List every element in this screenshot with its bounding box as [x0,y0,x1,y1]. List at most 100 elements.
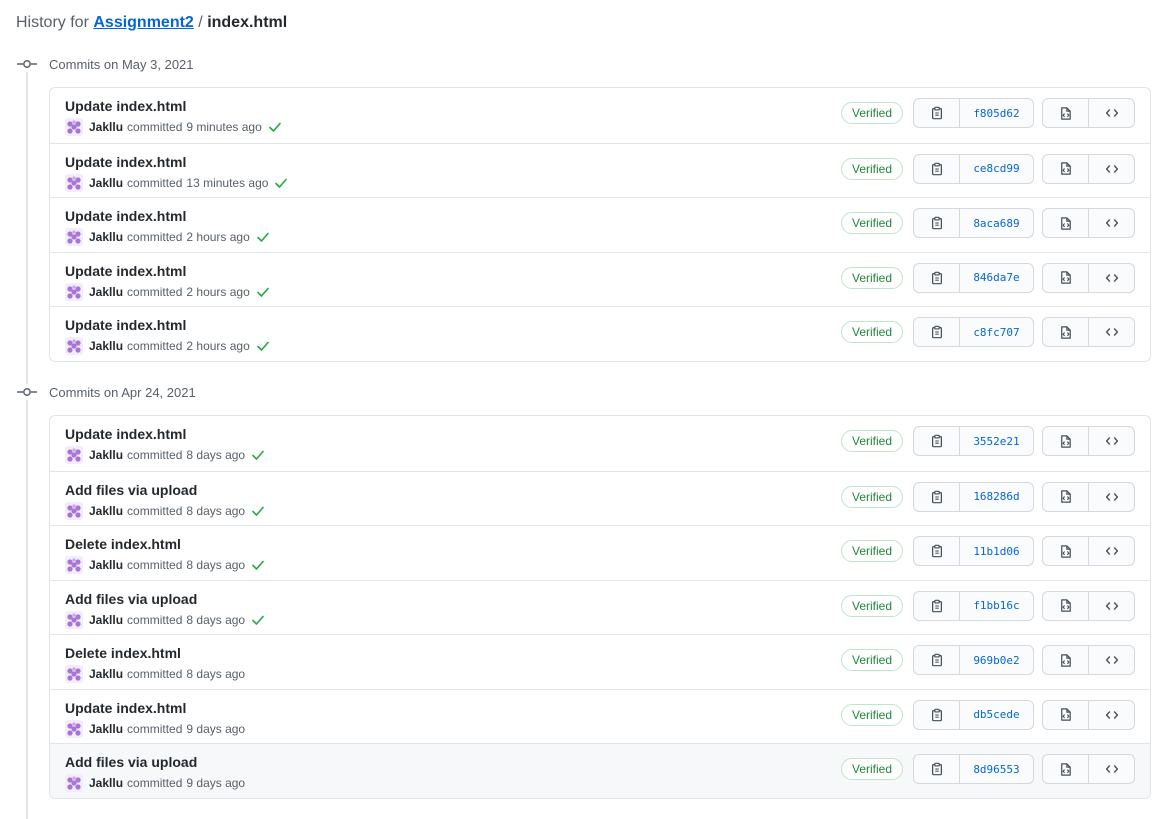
verified-badge[interactable]: Verified [841,102,904,124]
verified-badge[interactable]: Verified [841,649,904,671]
view-file-at-commit-button[interactable] [1043,482,1089,511]
identicon-avatar[interactable] [65,774,83,792]
copy-sha-button[interactable] [914,209,960,237]
check-icon[interactable] [251,558,265,572]
view-file-at-commit-button[interactable] [1043,99,1089,127]
verified-badge[interactable]: Verified [841,703,904,726]
identicon-avatar[interactable] [65,446,83,464]
author-link[interactable]: Jakllu [89,120,123,134]
commit-sha-link[interactable]: 3552e21 [960,427,1033,455]
view-file-at-commit-button[interactable] [1043,755,1089,783]
view-file-at-commit-button[interactable] [1043,154,1089,183]
identicon-avatar[interactable] [65,337,83,355]
verified-badge[interactable]: Verified [841,157,904,180]
copy-sha-button[interactable] [914,318,960,346]
author-link[interactable]: Jakllu [89,722,123,736]
author-link[interactable]: Jakllu [89,285,123,299]
check-icon[interactable] [256,339,270,353]
copy-sha-button[interactable] [914,427,960,455]
browse-repo-at-commit-button[interactable] [1089,318,1134,346]
commit-sha-link[interactable]: 969b0e2 [960,646,1033,674]
check-icon[interactable] [251,613,265,627]
commit-message-link[interactable]: Delete index.html [65,645,181,661]
commit-message-link[interactable]: Update index.html [65,700,186,716]
commit-message-link[interactable]: Update index.html [65,426,186,442]
identicon-avatar[interactable] [65,610,83,629]
browse-repo-at-commit-button[interactable] [1089,701,1134,729]
author-link[interactable]: Jakllu [89,504,123,518]
commit-message-link[interactable]: Add files via upload [65,591,197,607]
verified-badge[interactable]: Verified [841,212,904,234]
copy-sha-button[interactable] [914,646,960,674]
check-icon[interactable] [251,504,265,518]
browse-repo-at-commit-button[interactable] [1089,264,1134,292]
view-file-at-commit-button[interactable] [1043,209,1089,237]
verified-badge[interactable]: Verified [841,485,904,508]
copy-sha-button[interactable] [914,755,960,783]
copy-sha-button[interactable] [914,700,960,729]
copy-sha-button[interactable] [914,154,960,183]
browse-repo-at-commit-button[interactable] [1089,155,1134,183]
commit-sha-link[interactable]: 168286d [960,483,1033,511]
author-link[interactable]: Jakllu [89,613,123,627]
commit-sha-link[interactable]: 8d96553 [960,755,1033,783]
browse-repo-at-commit-button[interactable] [1089,209,1134,237]
verified-badge[interactable]: Verified [841,266,904,289]
copy-sha-button[interactable] [914,482,960,511]
browse-repo-at-commit-button[interactable] [1089,592,1134,620]
author-link[interactable]: Jakllu [89,776,123,790]
identicon-avatar[interactable] [65,665,83,683]
commit-sha-link[interactable]: ce8cd99 [960,155,1033,183]
check-icon[interactable] [268,120,282,134]
verified-badge[interactable]: Verified [841,540,904,562]
browse-repo-at-commit-button[interactable] [1089,537,1134,565]
verified-badge[interactable]: Verified [841,321,904,343]
commit-sha-link[interactable]: 846da7e [960,264,1033,292]
author-link[interactable]: Jakllu [89,448,123,462]
view-file-at-commit-button[interactable] [1043,427,1089,455]
copy-sha-button[interactable] [914,263,960,292]
view-file-at-commit-button[interactable] [1043,591,1089,620]
verified-badge[interactable]: Verified [841,594,904,617]
commit-message-link[interactable]: Update index.html [65,98,186,114]
commit-sha-link[interactable]: f1bb16c [960,592,1033,620]
browse-repo-at-commit-button[interactable] [1089,755,1134,783]
view-file-at-commit-button[interactable] [1043,646,1089,674]
commit-sha-link[interactable]: 11b1d06 [960,537,1033,565]
commit-message-link[interactable]: Update index.html [65,208,186,224]
commit-message-link[interactable]: Update index.html [65,154,186,170]
author-link[interactable]: Jakllu [89,176,123,190]
view-file-at-commit-button[interactable] [1043,318,1089,346]
view-file-at-commit-button[interactable] [1043,263,1089,292]
author-link[interactable]: Jakllu [89,339,123,353]
repo-link[interactable]: Assignment2 [93,14,193,31]
commit-message-link[interactable]: Add files via upload [65,754,197,770]
author-link[interactable]: Jakllu [89,667,123,681]
check-icon[interactable] [256,285,270,299]
identicon-avatar[interactable] [65,719,83,738]
commit-sha-link[interactable]: 8aca689 [960,209,1033,237]
identicon-avatar[interactable] [65,118,83,136]
author-link[interactable]: Jakllu [89,558,123,572]
identicon-avatar[interactable] [65,501,83,520]
commit-message-link[interactable]: Update index.html [65,263,186,279]
copy-sha-button[interactable] [914,537,960,565]
browse-repo-at-commit-button[interactable] [1089,427,1134,455]
commit-sha-link[interactable]: db5cede [960,701,1033,729]
browse-repo-at-commit-button[interactable] [1089,99,1134,127]
commit-message-link[interactable]: Delete index.html [65,536,181,552]
commit-sha-link[interactable]: c8fc707 [960,318,1033,346]
copy-sha-button[interactable] [914,591,960,620]
identicon-avatar[interactable] [65,173,83,192]
verified-badge[interactable]: Verified [841,430,904,452]
copy-sha-button[interactable] [914,99,960,127]
commit-message-link[interactable]: Update index.html [65,317,186,333]
identicon-avatar[interactable] [65,556,83,574]
browse-repo-at-commit-button[interactable] [1089,483,1134,511]
verified-badge[interactable]: Verified [841,758,904,780]
view-file-at-commit-button[interactable] [1043,537,1089,565]
view-file-at-commit-button[interactable] [1043,700,1089,729]
browse-repo-at-commit-button[interactable] [1089,646,1134,674]
author-link[interactable]: Jakllu [89,230,123,244]
check-icon[interactable] [274,176,288,190]
